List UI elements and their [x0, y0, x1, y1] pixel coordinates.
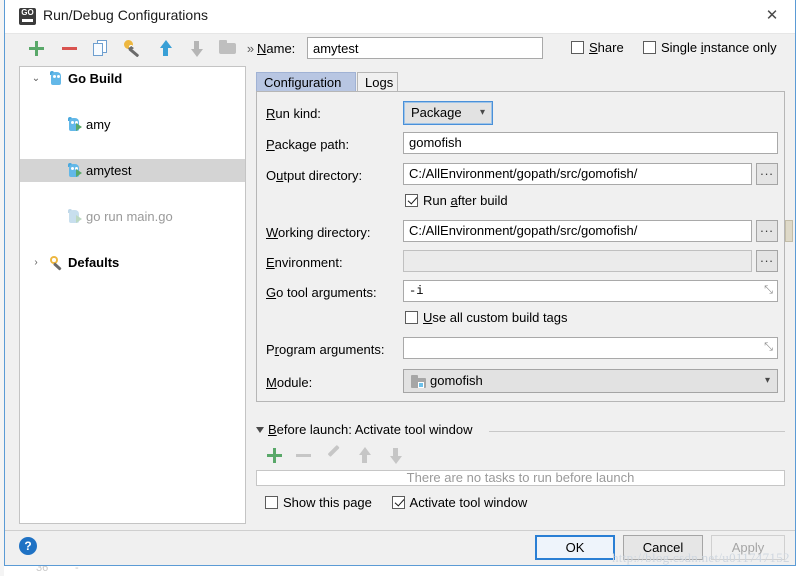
tree-item-label: amytest	[86, 159, 132, 182]
remove-task-button	[294, 446, 313, 465]
run-kind-value: Package	[411, 105, 462, 120]
chevron-down-icon: ▾	[765, 370, 770, 392]
configurations-tree[interactable]: ⌄ Go Build amy amytest go run main.go	[19, 66, 246, 524]
run-after-build-checkbox[interactable]: Run after build	[405, 193, 508, 208]
title-bar: GO Run/Debug Configurations ✕	[5, 0, 795, 34]
package-path-label: Package path:	[266, 137, 349, 152]
before-launch-task-list[interactable]: There are no tasks to run before launch	[256, 470, 785, 486]
chevron-down-icon: ▾	[480, 102, 485, 124]
help-icon[interactable]: ?	[19, 537, 37, 555]
tree-item-label: Go Build	[68, 67, 122, 90]
name-label: Name:	[257, 41, 295, 56]
run-kind-select[interactable]: Package ▾	[403, 101, 493, 125]
output-directory-label: Output directory:	[266, 168, 362, 183]
go-build-icon	[50, 72, 63, 86]
move-down-button[interactable]	[187, 39, 206, 58]
tab-configuration[interactable]: Configuration	[256, 72, 356, 92]
tree-item-amy[interactable]: amy	[20, 113, 245, 136]
tree-item-label: go run main.go	[86, 205, 173, 228]
close-icon[interactable]: ✕	[749, 0, 795, 32]
activate-tool-window-checkbox-box[interactable]	[392, 496, 405, 509]
go-logo-icon: GO	[19, 8, 36, 25]
program-arguments-input[interactable]	[403, 337, 778, 359]
working-directory-input[interactable]: C:/AllEnvironment/gopath/src/gomofish/	[403, 220, 752, 242]
show-this-page-checkbox[interactable]: Show this page	[265, 495, 376, 510]
wrench-icon	[50, 256, 64, 270]
single-instance-checkbox-box[interactable]	[643, 41, 656, 54]
tree-item-go-build[interactable]: ⌄ Go Build	[20, 67, 245, 90]
tree-item-label: amy	[86, 113, 111, 136]
go-run-config-icon	[68, 118, 81, 132]
tree-item-amytest[interactable]: amytest	[20, 159, 245, 182]
activate-tool-window-label: Activate tool window	[410, 495, 528, 510]
before-launch-header: Before launch: Activate tool window	[268, 422, 473, 437]
before-launch-divider	[489, 431, 785, 432]
chevron-down-icon[interactable]: ⌄	[28, 67, 44, 90]
remove-configuration-button[interactable]	[60, 39, 79, 58]
chevron-right-icon[interactable]: ›	[28, 251, 44, 274]
working-directory-label: Working directory:	[266, 225, 371, 240]
edit-task-button	[324, 446, 343, 465]
go-tool-arguments-input[interactable]: -i	[403, 280, 778, 302]
output-directory-input[interactable]: C:/AllEnvironment/gopath/src/gomofish/	[403, 163, 752, 185]
module-label: Module:	[266, 375, 312, 390]
watermark-text: http://blog.csdn.net/u011747152	[612, 550, 790, 566]
configuration-name-input[interactable]	[307, 37, 543, 59]
ok-button[interactable]: OK	[535, 535, 615, 560]
add-configuration-button[interactable]	[27, 39, 46, 58]
tab-logs[interactable]: Logs	[357, 72, 398, 92]
share-checkbox-box[interactable]	[571, 41, 584, 54]
scroll-artifact	[785, 220, 793, 242]
expand-program-arguments-icon[interactable]: ⤡	[762, 341, 775, 354]
tree-item-defaults[interactable]: › Defaults	[20, 251, 245, 274]
edit-defaults-button[interactable]	[123, 39, 142, 58]
share-checkbox[interactable]: Share	[571, 40, 624, 55]
environment-browse-button[interactable]: ...	[756, 250, 778, 272]
copy-configuration-button[interactable]	[91, 39, 110, 58]
run-debug-configurations-dialog: GO Run/Debug Configurations ✕ » Name: Sh…	[4, 0, 796, 566]
single-instance-only-checkbox[interactable]: Single instance only	[643, 40, 777, 55]
tree-item-label: Defaults	[68, 251, 119, 274]
go-tool-arguments-label: Go tool arguments:	[266, 285, 377, 300]
package-path-input[interactable]: gomofish	[403, 132, 778, 154]
module-folder-icon	[411, 375, 426, 388]
move-up-button[interactable]	[156, 39, 175, 58]
program-arguments-label: Program arguments:	[266, 342, 385, 357]
show-this-page-checkbox-box[interactable]	[265, 496, 278, 509]
add-task-button[interactable]	[265, 446, 284, 465]
use-build-tags-checkbox-box[interactable]	[405, 311, 418, 324]
environment-label: Environment:	[266, 255, 343, 270]
use-all-custom-build-tags-checkbox[interactable]: Use all custom build tags	[405, 310, 568, 325]
environment-input[interactable]	[403, 250, 752, 272]
before-launch-empty-text: There are no tasks to run before launch	[257, 471, 784, 485]
output-directory-browse-button[interactable]: ...	[756, 163, 778, 185]
go-run-config-icon	[68, 210, 81, 224]
before-launch-twisty-icon[interactable]	[256, 427, 264, 433]
run-after-build-checkbox-box[interactable]	[405, 194, 418, 207]
go-run-config-icon	[68, 164, 81, 178]
module-select[interactable]: gomofish ▾	[403, 369, 778, 393]
move-task-down-button	[386, 446, 405, 465]
run-kind-label: Run kind:	[266, 106, 321, 121]
configuration-form: Run kind: Package ▾ Package path: gomofi…	[256, 91, 785, 402]
top-toolbar: » Name: Share Single instance only	[5, 33, 795, 65]
module-value: gomofish	[430, 373, 483, 388]
bottom-checkbox-row: Show this page Activate tool window	[265, 495, 511, 510]
activate-tool-window-checkbox[interactable]: Activate tool window	[392, 495, 528, 510]
show-this-page-label: Show this page	[283, 495, 372, 510]
move-into-folder-button[interactable]	[218, 39, 237, 58]
tree-item-go-run-main-go[interactable]: go run main.go	[20, 205, 245, 228]
footer-divider	[5, 530, 795, 531]
move-task-up-button	[355, 446, 374, 465]
dialog-title: Run/Debug Configurations	[43, 7, 208, 23]
working-directory-browse-button[interactable]: ...	[756, 220, 778, 242]
expand-go-tool-arguments-icon[interactable]: ⤡	[762, 284, 775, 297]
